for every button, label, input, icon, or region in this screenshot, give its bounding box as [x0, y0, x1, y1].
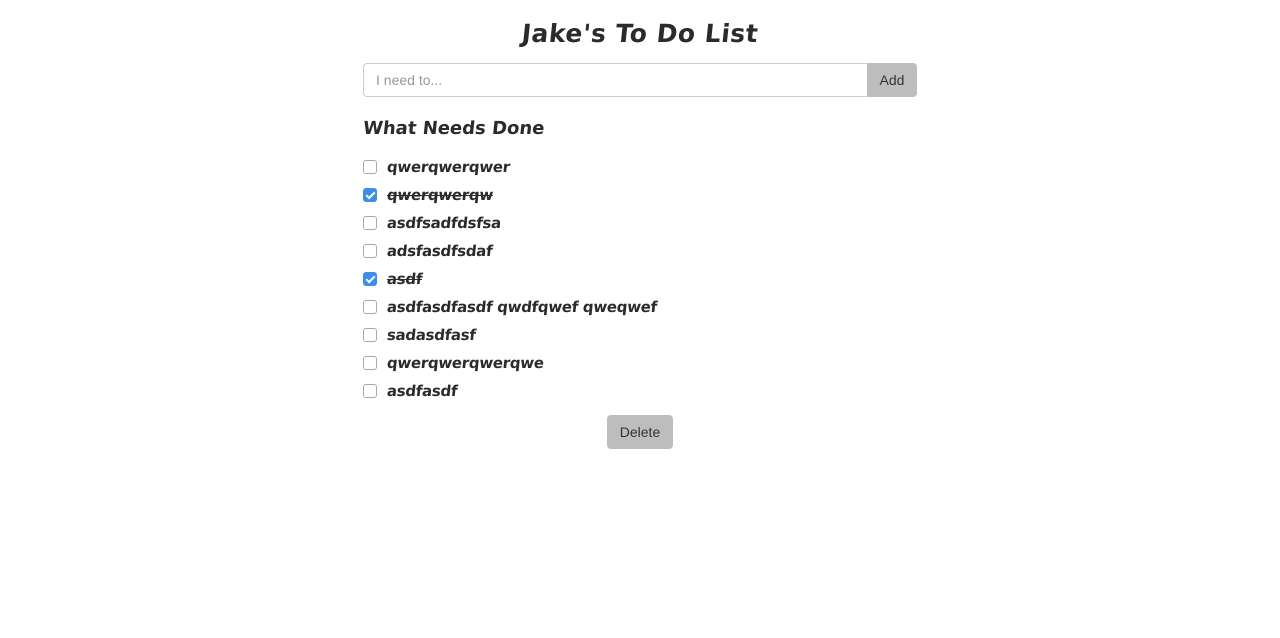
page-title: Jake's To Do List — [520, 19, 760, 48]
todo-checkbox[interactable] — [363, 188, 377, 202]
todo-label: asdf — [386, 270, 424, 288]
todo-item[interactable]: asdf — [363, 265, 917, 293]
todo-item[interactable]: qwerqwerqwer — [363, 153, 917, 181]
todo-item[interactable]: qwerqwerqw — [363, 181, 917, 209]
todo-item[interactable]: sadasdfasf — [363, 321, 917, 349]
todo-checkbox[interactable] — [363, 384, 377, 398]
todo-label: qwerqwerqw — [386, 186, 494, 204]
todo-checkbox[interactable] — [363, 216, 377, 230]
todo-checkbox[interactable] — [363, 328, 377, 342]
todo-item[interactable]: asdfsadfdsfsa — [363, 209, 917, 237]
todo-checkbox[interactable] — [363, 300, 377, 314]
todo-checkbox[interactable] — [363, 244, 377, 258]
todo-checkbox[interactable] — [363, 160, 377, 174]
todo-label: qwerqwerqwer — [386, 158, 511, 176]
todo-label: adsfasdfsdaf — [386, 242, 494, 260]
add-button[interactable]: Add — [867, 63, 917, 97]
section-heading: What Needs Done — [361, 118, 546, 139]
todo-item[interactable]: asdfasdf — [363, 377, 917, 405]
todo-label: qwerqwerqwerqwe — [386, 354, 545, 372]
todo-list: qwerqwerqwer qwerqwerqw asdfsadfdsfsa ad… — [363, 153, 917, 405]
todo-item[interactable]: adsfasdfsdaf — [363, 237, 917, 265]
todo-label: sadasdfasf — [386, 326, 477, 344]
todo-item[interactable]: qwerqwerqwerqwe — [363, 349, 917, 377]
todo-checkbox[interactable] — [363, 272, 377, 286]
todo-input[interactable] — [363, 63, 867, 97]
todo-item[interactable]: asdfasdfasdf qwdfqwef qweqwef — [363, 293, 917, 321]
todo-label: asdfsadfdsfsa — [386, 214, 502, 232]
todo-label: asdfasdfasdf qwdfqwef qweqwef — [386, 298, 658, 316]
delete-button[interactable]: Delete — [607, 415, 673, 449]
todo-checkbox[interactable] — [363, 356, 377, 370]
add-todo-form: Add — [363, 63, 917, 97]
todo-label: asdfasdf — [386, 382, 459, 400]
